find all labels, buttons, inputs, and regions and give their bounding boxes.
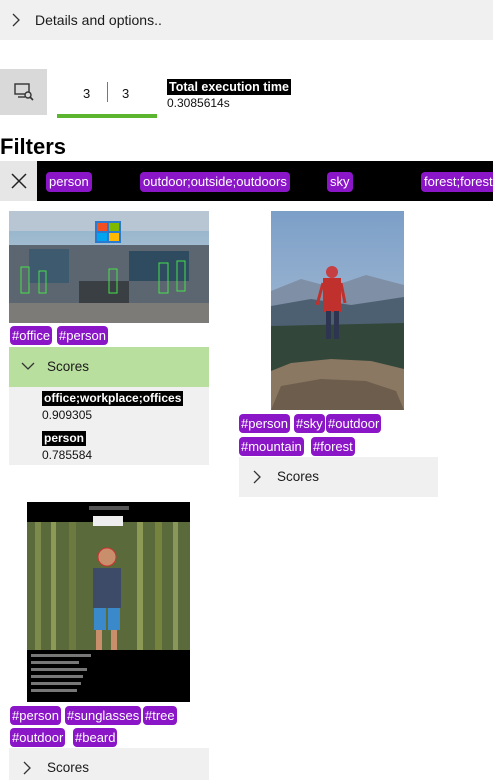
image-gallery-button[interactable] — [0, 69, 47, 115]
filter-chip-forest[interactable]: forest;forest — [421, 172, 493, 192]
scores-label: Scores — [47, 760, 90, 775]
filtered-count: 3 — [83, 86, 91, 101]
image-tag[interactable]: #tree — [143, 706, 177, 725]
scores-toggle[interactable]: Scores — [9, 748, 209, 780]
scores-panel: office;workplace;offices 0.909305 person… — [9, 387, 209, 465]
filter-chip-person[interactable]: person — [46, 172, 92, 192]
counter-divider — [107, 82, 108, 102]
image-tag[interactable]: #person — [10, 706, 61, 725]
scores-toggle[interactable]: Scores — [239, 457, 438, 497]
score-name: person — [42, 431, 87, 446]
scores-toggle-expanded[interactable]: Scores — [9, 347, 209, 387]
image-search-icon — [13, 83, 34, 101]
score-name: office;workplace;offices — [42, 391, 184, 406]
result-counter: 3 3 — [57, 78, 157, 118]
image-tag[interactable]: #office — [10, 326, 53, 345]
filters-heading: Filters — [0, 134, 67, 159]
progress-bar — [57, 114, 157, 118]
clear-filters-button[interactable] — [0, 161, 37, 201]
scores-label: Scores — [47, 359, 90, 374]
execution-time-label: Total execution time — [167, 79, 291, 95]
image-tag[interactable]: #sky — [294, 414, 325, 433]
filter-bar: person outdoor;outside;outdoors sky fore… — [0, 161, 493, 201]
chevron-down-icon — [21, 362, 35, 370]
close-icon — [10, 173, 27, 189]
image-tag[interactable]: #sunglasses — [65, 706, 142, 725]
image-tag[interactable]: #outdoor — [10, 728, 66, 747]
image-tag[interactable]: #person — [57, 326, 108, 345]
chevron-right-icon — [253, 470, 261, 484]
scores-label: Scores — [277, 469, 320, 484]
total-count: 3 — [122, 86, 130, 101]
filter-chip-outdoor[interactable]: outdoor;outside;outdoors — [140, 172, 290, 192]
image-tag[interactable]: #forest — [311, 437, 355, 456]
bamboo-photo[interactable] — [27, 502, 190, 702]
mountain-photo[interactable] — [271, 211, 404, 410]
filter-chip-sky[interactable]: sky — [327, 172, 353, 192]
score-value: 0.909305 — [42, 408, 93, 422]
chevron-right-icon — [23, 761, 31, 775]
image-tag[interactable]: #person — [239, 414, 290, 433]
image-tag[interactable]: #beard — [73, 728, 118, 747]
office-photo[interactable] — [9, 211, 209, 323]
image-tag[interactable]: #outdoor — [326, 414, 382, 433]
execution-time-value: 0.3085614s — [167, 96, 230, 110]
chevron-right-icon — [12, 13, 20, 27]
details-options-toggle[interactable]: Details and options.. — [0, 0, 493, 40]
image-tag[interactable]: #mountain — [239, 437, 304, 456]
details-options-label: Details and options.. — [35, 12, 162, 28]
score-value: 0.785584 — [42, 448, 93, 462]
